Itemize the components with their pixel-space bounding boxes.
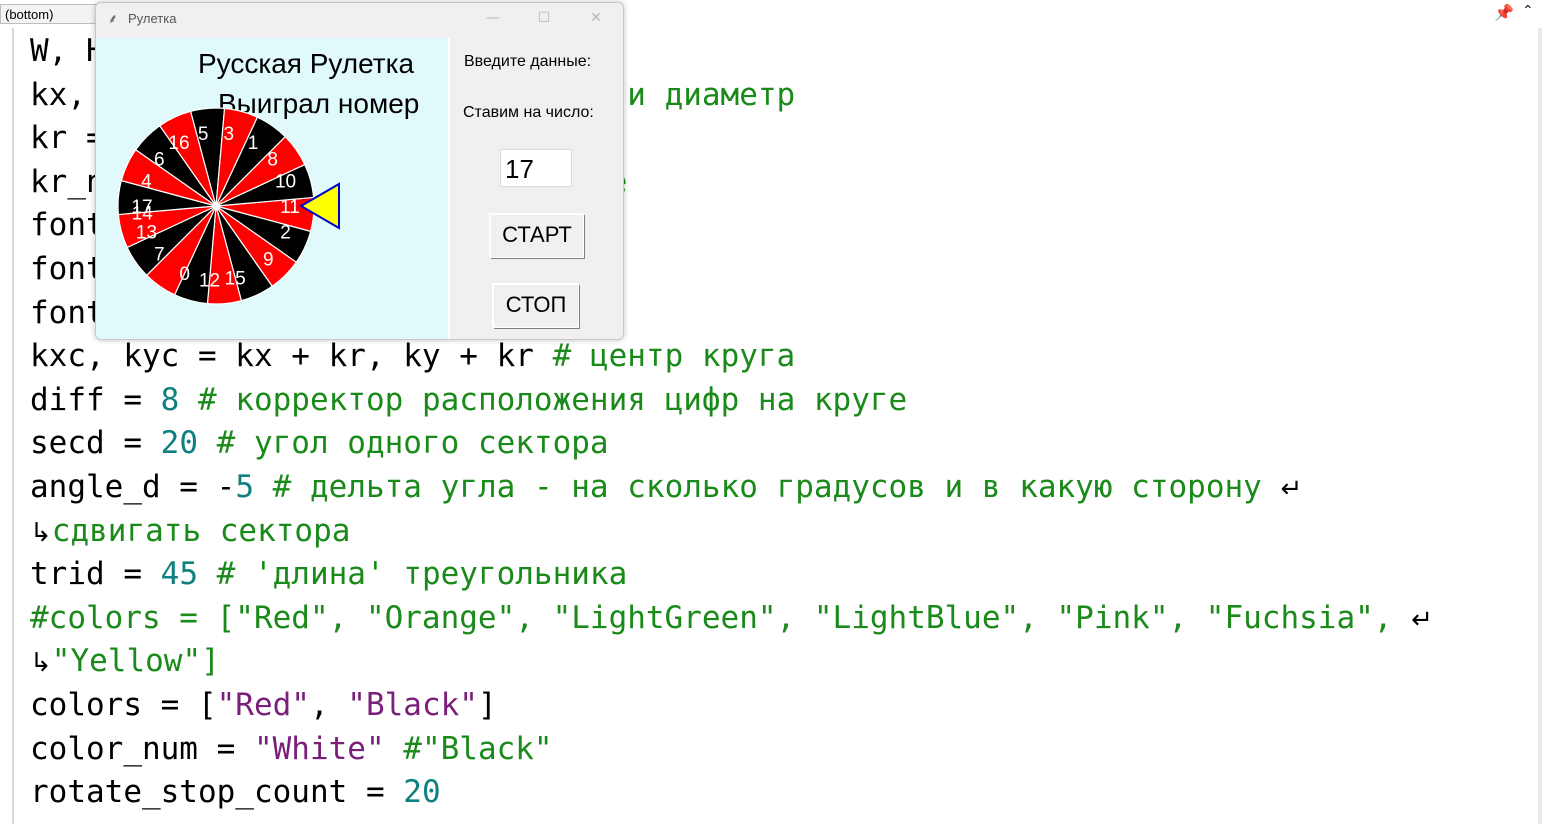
- code-line[interactable]: secd = 20 # угол одного сектора: [30, 422, 1540, 466]
- line-wrap-icon: ↳: [30, 517, 52, 548]
- code-token: # дельта угла - на сколько градусов и в …: [253, 468, 1281, 505]
- code-token: #colors = ["Red", "Orange", "LightGreen"…: [30, 599, 1412, 636]
- code-token: kx,: [30, 76, 105, 113]
- wheel-number: 10: [275, 172, 296, 193]
- code-token: kr =: [30, 120, 105, 157]
- code-token: trid =: [30, 556, 161, 593]
- code-token: font: [30, 294, 105, 331]
- code-token: colors = [: [30, 686, 217, 723]
- wheel-number: 5: [198, 124, 209, 145]
- code-token: # корректор расположения цифр на круге: [179, 381, 908, 418]
- feather-icon: ⸙: [108, 12, 118, 27]
- line-wrap-icon: ↳: [30, 648, 52, 679]
- code-token: secd =: [30, 425, 161, 462]
- code-token: 8: [160, 381, 180, 418]
- code-line[interactable]: angle_d = -5 # дельта угла - на сколько …: [30, 466, 1540, 510]
- wheel-number: 4: [141, 172, 152, 193]
- code-token: "Yellow"]: [51, 643, 220, 680]
- roulette-canvas: Русская Рулетка Выиграл номер 11 8 10 1 3 5 16…: [96, 38, 450, 339]
- code-token: "White": [253, 730, 385, 767]
- wheel-number: 0: [179, 264, 190, 285]
- code-token: ,: [309, 686, 348, 723]
- roulette-window: ⸙ Рулетка — ☐ ✕ Русская Рулетка Выиграл …: [95, 2, 624, 340]
- wheel-number: 11: [280, 197, 300, 218]
- code-token: rotate_stop_count =: [30, 774, 404, 811]
- wheel-number: 16: [168, 133, 189, 154]
- code-token: kr_n: [30, 163, 105, 200]
- code-line[interactable]: trid = 45 # 'длина' треугольника: [30, 553, 1540, 597]
- code-line[interactable]: kxc, kyc = kx + kr, ky + kr # центр круг…: [30, 335, 1540, 379]
- wheel-number: 12: [199, 271, 220, 292]
- wheel-number: 6: [154, 149, 165, 170]
- code-token: diff =: [30, 381, 161, 418]
- code-token: kxc, kyc = kx + kr, ky + kr: [30, 338, 553, 375]
- wheel-number: 8: [267, 149, 278, 170]
- wheel-number: 15: [225, 268, 246, 289]
- wheel-number: 17: [131, 197, 152, 218]
- code-token: angle_d = -: [30, 468, 236, 505]
- code-token: 20: [160, 425, 198, 462]
- code-token: font: [30, 207, 105, 244]
- stop-button[interactable]: СТОП: [493, 284, 579, 328]
- code-token: сдвигать сектора: [51, 512, 351, 549]
- line-wrap-icon: ↵: [1280, 473, 1303, 504]
- code-token: 20: [403, 774, 441, 811]
- code-line[interactable]: #colors = ["Red", "Orange", "LightGreen"…: [30, 597, 1540, 641]
- window-titlebar[interactable]: ⸙ Рулетка — ☐ ✕: [96, 3, 623, 35]
- chevron-up-icon[interactable]: ⌃: [1522, 3, 1540, 23]
- code-token: W, H: [30, 33, 105, 69]
- wheel-number: 9: [263, 249, 274, 270]
- code-token: # центр круга: [552, 338, 796, 375]
- start-button[interactable]: СТАРТ: [490, 214, 584, 258]
- code-token: 45: [160, 556, 198, 593]
- code-token: color_num =: [30, 730, 254, 767]
- code-token: "Black": [347, 686, 478, 723]
- code-token: 5: [235, 468, 254, 505]
- code-line[interactable]: rotate_stop_count = 20: [30, 771, 1540, 815]
- code-token: # 'длина' треугольника: [197, 556, 628, 593]
- code-line[interactable]: ↳сдвигать сектора: [30, 510, 1540, 554]
- bet-number-label: Ставим на число:: [463, 104, 594, 121]
- minimize-icon[interactable]: —: [478, 7, 508, 29]
- close-icon[interactable]: ✕: [581, 7, 611, 29]
- pin-icon[interactable]: 📌: [1494, 3, 1514, 23]
- window-title: Рулетка: [128, 11, 177, 26]
- code-token: ]: [477, 686, 497, 723]
- code-line[interactable]: diff = 8 # корректор расположения цифр н…: [30, 379, 1540, 423]
- wheel-number: 13: [136, 222, 157, 243]
- wheel-number: 1: [248, 133, 259, 154]
- editor-margin-line: [12, 28, 14, 824]
- control-panel: Введите данные: Ставим на число: 17 СТАР…: [450, 38, 623, 339]
- line-wrap-icon: ↵: [1411, 604, 1433, 635]
- code-token: #"Black": [384, 730, 553, 767]
- wheel-number: 2: [280, 222, 291, 243]
- enter-data-label: Введите данные:: [464, 53, 592, 70]
- code-line[interactable]: ↳"Yellow"]: [30, 640, 1540, 684]
- bet-number-input[interactable]: 17: [500, 149, 572, 187]
- code-token: # угол одного сектора: [197, 425, 609, 462]
- wheel-number: 7: [154, 245, 165, 266]
- code-line[interactable]: colors = ["Red", "Black"]: [30, 684, 1540, 728]
- maximize-icon[interactable]: ☐: [529, 7, 559, 29]
- wheel-number: 3: [224, 124, 235, 145]
- code-line[interactable]: color_num = "White" #"Black": [30, 728, 1540, 772]
- code-token: "Red": [216, 686, 310, 723]
- roulette-wheel: 11810135166414171370 12 1592: [117, 107, 340, 305]
- code-token: font: [30, 250, 105, 287]
